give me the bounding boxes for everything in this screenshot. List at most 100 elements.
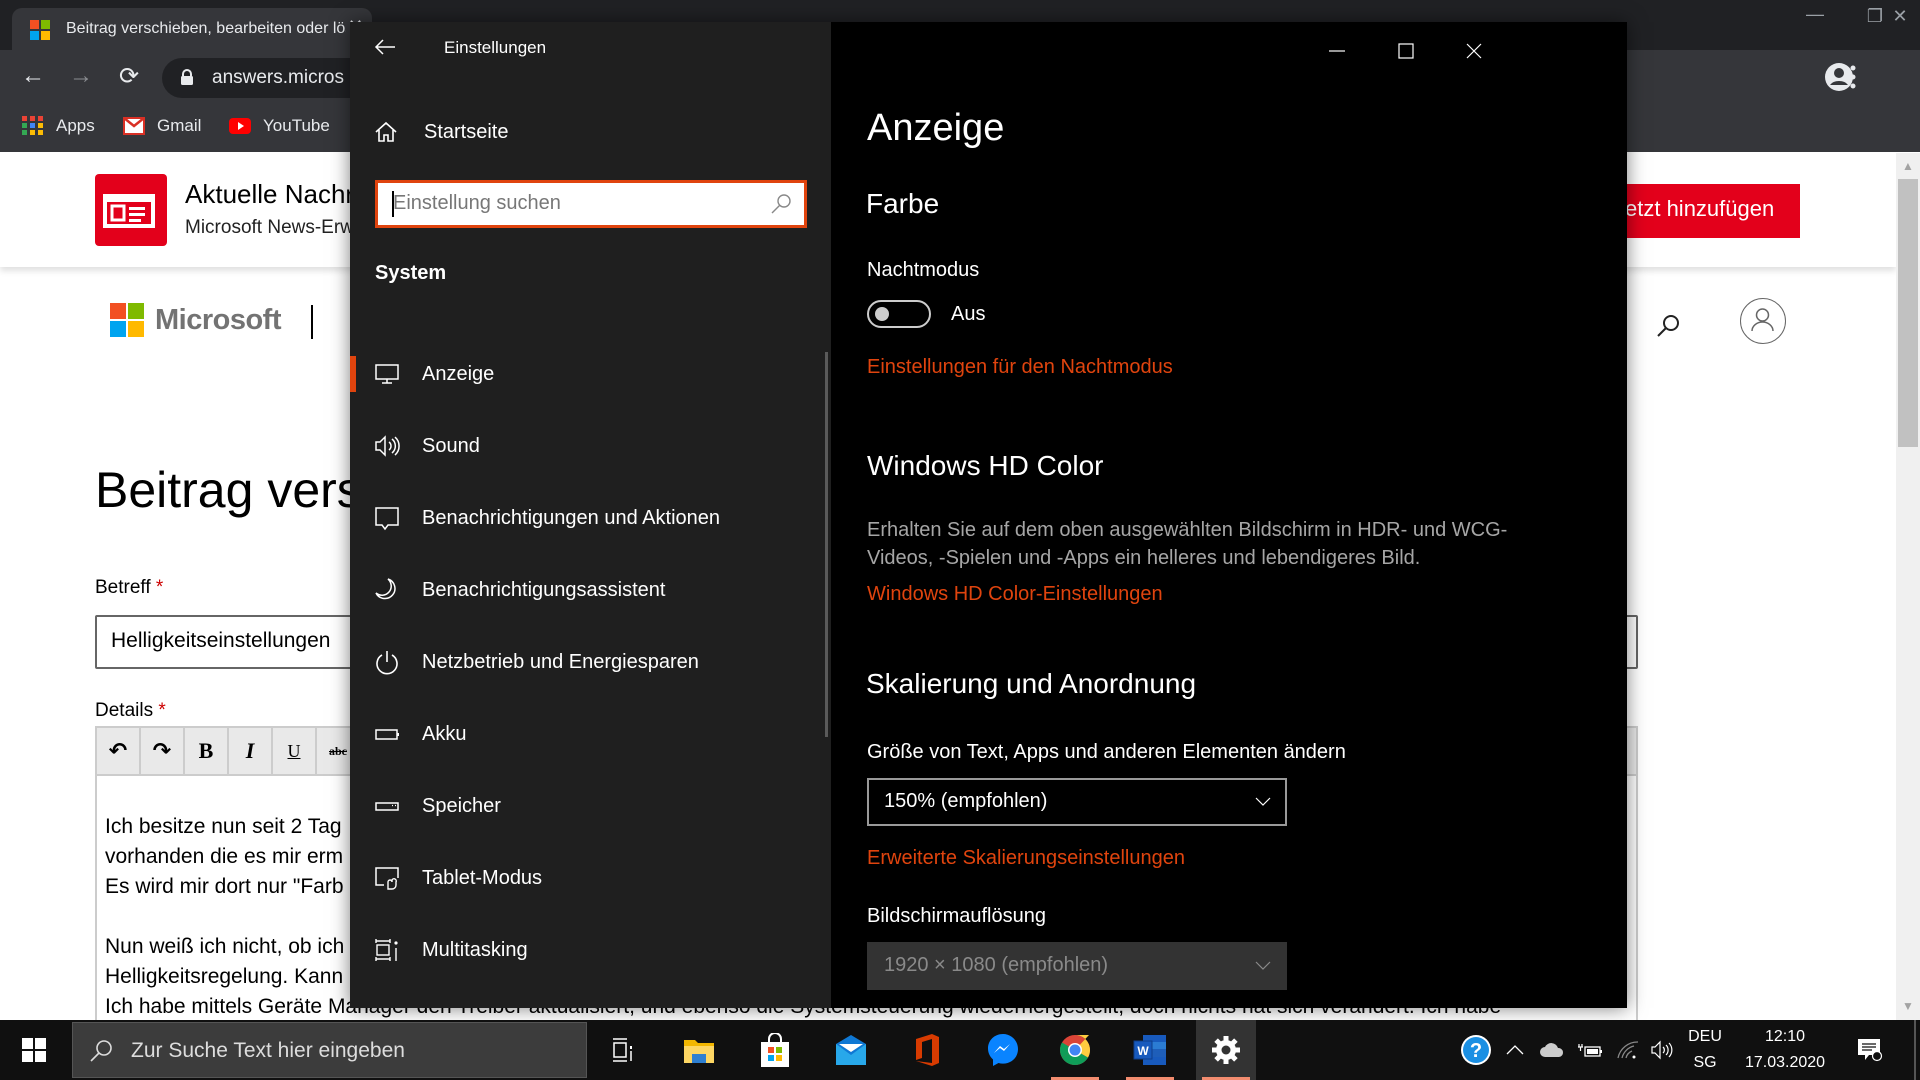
forward-button[interactable]: → xyxy=(66,62,96,90)
night-mode-toggle[interactable] xyxy=(867,300,931,328)
scroll-down-icon[interactable]: ▼ xyxy=(1902,999,1914,1013)
nav-scrollbar[interactable] xyxy=(825,352,828,737)
office-button[interactable] xyxy=(897,1020,957,1080)
show-desktop-button[interactable] xyxy=(1914,1020,1916,1080)
close-icon[interactable] xyxy=(1454,36,1494,66)
taskbar-search-placeholder: Zur Suche Text hier eingeben xyxy=(131,1039,405,1062)
apps-grid-icon xyxy=(22,116,43,135)
chrome-button[interactable] xyxy=(1045,1020,1105,1080)
taskbar-search-input[interactable]: Zur Suche Text hier eingeben xyxy=(72,1022,587,1078)
file-explorer-button[interactable] xyxy=(669,1020,729,1080)
nav-item-project[interactable]: Projizieren auf diesen PC xyxy=(350,986,825,1008)
scrollbar-thumb[interactable] xyxy=(1898,179,1918,447)
night-mode-settings-link[interactable]: Einstellungen für den Nachtmodus xyxy=(867,356,1173,379)
word-icon: W xyxy=(1133,1035,1166,1065)
back-button[interactable]: ← xyxy=(18,62,48,90)
settings-title: Einstellungen xyxy=(444,38,547,57)
resolution-value: 1920 × 1080 (empfohlen) xyxy=(884,954,1109,976)
microsoft-logo[interactable]: Microsoft xyxy=(110,303,282,338)
svg-text:?: ? xyxy=(1470,1040,1482,1062)
search-icon[interactable] xyxy=(770,193,792,215)
reload-button[interactable]: ⟳ xyxy=(114,62,144,91)
resolution-dropdown[interactable]: 1920 × 1080 (empfohlen) xyxy=(867,942,1287,990)
moon-icon xyxy=(375,578,396,600)
bold-button[interactable]: B xyxy=(185,728,229,774)
language-indicator[interactable]: DEU SG xyxy=(1685,1024,1725,1076)
nav-section-title: System xyxy=(375,262,447,284)
subject-label: Betreff * xyxy=(95,577,163,599)
advanced-scaling-link[interactable]: Erweiterte Skalierungseinstellungen xyxy=(867,847,1185,870)
nav-home[interactable]: Startseite xyxy=(374,120,508,144)
action-center-button[interactable] xyxy=(1850,1020,1890,1080)
onedrive-tray-icon[interactable] xyxy=(1536,1020,1568,1080)
nav-item-anzeige[interactable]: Anzeige xyxy=(350,338,825,410)
more-menu-icon[interactable] xyxy=(1849,64,1857,90)
scroll-up-icon[interactable]: ▲ xyxy=(1902,159,1914,173)
scale-label: Größe von Text, Apps und anderen Element… xyxy=(867,741,1346,763)
nav-item-sound[interactable]: Sound xyxy=(350,410,825,482)
maximize-icon[interactable] xyxy=(1386,36,1426,66)
clock-time: 12:10 xyxy=(1764,1028,1806,1045)
nav-item-label: Akku xyxy=(422,722,467,745)
nav-item-battery[interactable]: Akku xyxy=(350,698,825,770)
office-icon xyxy=(916,1034,939,1066)
section-title-color: Farbe xyxy=(866,188,940,219)
microsoft-store-button[interactable] xyxy=(745,1020,805,1080)
close-icon[interactable]: ✕ xyxy=(1880,6,1920,27)
nav-item-label: Speicher xyxy=(422,794,501,817)
browser-tab[interactable]: Beitrag verschieben, bearbeiten oder lös… xyxy=(12,8,372,50)
bookmark-apps[interactable]: Apps xyxy=(22,116,95,136)
notifications-icon xyxy=(1858,1039,1883,1062)
settings-search-input[interactable]: Einstellung suchen xyxy=(375,180,807,228)
hd-color-settings-link[interactable]: Windows HD Color-Einstellungen xyxy=(867,583,1163,606)
back-arrow-icon[interactable] xyxy=(374,38,396,56)
nav-item-focus-assist[interactable]: Benachrichtigungsassistent xyxy=(350,554,825,626)
nav-item-notifications[interactable]: Benachrichtigungen und Aktionen xyxy=(350,482,825,554)
nav-item-multitasking[interactable]: Multitasking xyxy=(350,914,825,986)
scale-dropdown[interactable]: 150% (empfohlen) xyxy=(867,778,1287,826)
bookmark-youtube[interactable]: YouTube xyxy=(229,116,330,136)
start-button[interactable] xyxy=(22,1038,46,1062)
help-tray-icon[interactable]: ? xyxy=(1454,1020,1498,1080)
underline-button[interactable]: U xyxy=(273,728,317,774)
redo-button[interactable]: ↷ xyxy=(141,728,185,774)
mail-button[interactable] xyxy=(821,1020,881,1080)
bookmark-gmail[interactable]: Gmail xyxy=(123,116,201,136)
nav-item-label: Sound xyxy=(422,434,480,457)
wifi-tray-icon[interactable] xyxy=(1612,1020,1644,1080)
nav-item-storage[interactable]: Speicher xyxy=(350,770,825,842)
word-button[interactable]: W xyxy=(1120,1020,1180,1080)
undo-button[interactable]: ↶ xyxy=(97,728,141,774)
minimize-icon[interactable]: — xyxy=(1795,4,1835,25)
search-icon[interactable] xyxy=(1655,313,1681,339)
power-tray-icon[interactable] xyxy=(1574,1020,1606,1080)
battery-charging-icon xyxy=(1578,1044,1602,1057)
details-label: Details * xyxy=(95,700,166,722)
minimize-icon[interactable] xyxy=(1317,36,1357,66)
settings-nav-list: Anzeige Sound Benachrichtigungen und Akt… xyxy=(350,338,825,1008)
section-title-scaling: Skalierung und Anordnung xyxy=(866,668,1197,699)
settings-button[interactable] xyxy=(1196,1020,1256,1080)
brand-name: Microsoft xyxy=(155,304,282,336)
gear-icon xyxy=(1212,1036,1240,1064)
task-view-button[interactable] xyxy=(593,1020,653,1080)
page-scrollbar[interactable]: ▲ ▼ xyxy=(1896,153,1920,1020)
messenger-button[interactable] xyxy=(973,1020,1033,1080)
volume-tray-icon[interactable] xyxy=(1646,1020,1678,1080)
account-icon[interactable] xyxy=(1740,298,1786,344)
nav-item-tablet-mode[interactable]: Tablet-Modus xyxy=(350,842,825,914)
italic-button[interactable]: I xyxy=(229,728,273,774)
settings-content-pane: Anzeige Farbe Nachtmodus Aus Einstellung… xyxy=(831,22,1627,1008)
page-title: Anzeige xyxy=(867,107,1005,149)
speaker-icon xyxy=(1651,1040,1673,1060)
add-extension-button[interactable]: Jetzt hinzufügen xyxy=(1600,184,1800,238)
messenger-icon xyxy=(988,1034,1018,1066)
required-marker: * xyxy=(155,577,164,598)
nav-item-label: Anzeige xyxy=(422,362,495,385)
home-icon xyxy=(375,121,397,142)
hd-color-description: Erhalten Sie auf dem oben ausgewählten B… xyxy=(867,519,1508,569)
show-hidden-icons-button[interactable] xyxy=(1500,1020,1530,1080)
nav-item-power[interactable]: Netzbetrieb und Energiesparen xyxy=(350,626,825,698)
chevron-up-icon xyxy=(1506,1045,1524,1055)
clock[interactable]: 12:10 17.03.2020 xyxy=(1740,1024,1830,1076)
